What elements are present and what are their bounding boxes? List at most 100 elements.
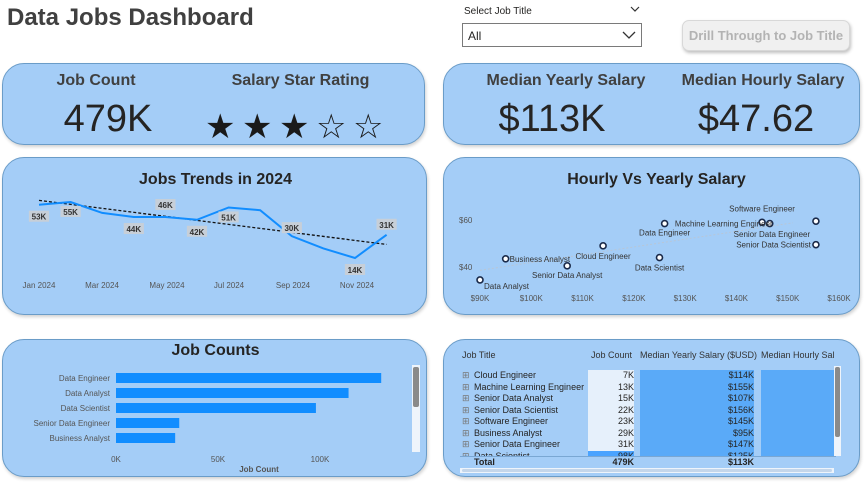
table-hscroll-thumb[interactable] [462,469,832,472]
total-label: Total [474,457,495,467]
x-tick-label: $160K [827,294,851,303]
x-tick-label: Mar 2024 [85,281,119,290]
scatter-point[interactable] [501,254,510,263]
data-label: 44K [126,225,141,234]
bar-scrollbar-thumb[interactable] [413,367,419,407]
expand-icon[interactable]: ⊞ [462,382,470,394]
bar[interactable] [116,418,180,428]
table-row[interactable]: ⊞ Business Analyst 29K $95K [460,427,836,440]
x-tick-label: $120K [622,294,646,303]
table-vertical-scrollbar[interactable] [834,366,841,456]
x-tick-label: $150K [776,294,800,303]
table-header-hourly[interactable]: Median Hourly Sal [761,350,836,364]
total-yearly: $113K [727,457,754,467]
cell-job-count: 15K [588,393,634,405]
scatter-point-label: Machine Learning Engineer [675,220,773,229]
trend-line [38,199,387,246]
table-header-title[interactable]: Job Title [462,350,496,364]
table-header-count[interactable]: Job Count [591,350,632,364]
y-tick-label: $40 [459,263,473,272]
salary-star-label: Salary Star Rating [231,72,370,89]
x-tick-label: Jan 2024 [23,281,56,290]
cell-median-yearly: $145K [640,416,754,428]
scatter-point[interactable] [563,262,571,270]
bar-category-label: Business Analyst [50,434,111,443]
job-count-label: Job Count [56,72,136,89]
page-title: Data Jobs Dashboard [7,4,254,31]
hourly-yearly-scatter[interactable]: $60 $40 $90K $100K $110K $120K $130K $140K $150K… [443,157,860,315]
cell-median-yearly: $156K [640,404,754,416]
chevron-down-icon[interactable] [630,4,640,14]
cell-job-title: Machine Learning Engineer [474,381,585,392]
jobs-trend-chart[interactable]: 53K 55K 44K 46K 42K 51K 30K 14K 31K Jan 2024 Mar 2… [2,157,427,315]
table-row[interactable]: ⊞ Machine Learning Engineer 13K $155K [460,381,836,394]
data-label: 31K [379,221,394,230]
bar[interactable] [116,388,349,398]
y-tick-label: $60 [459,216,473,225]
table-header-yearly[interactable]: Median Yearly Salary ($USD) [640,350,757,364]
x-tick-label: Nov 2024 [340,281,375,290]
scatter-point[interactable] [476,276,484,284]
star-icon-3: ★ [279,108,310,146]
job-counts-bar-chart[interactable]: Data Engineer Data Analyst Data Scientist S… [2,339,427,477]
scatter-point[interactable] [812,217,820,225]
scatter-point-label: Software Engineer [729,204,795,213]
x-tick-label: $140K [725,294,749,303]
scatter-point[interactable] [660,219,669,228]
cell-job-count: 29K [588,427,634,439]
jobs-series-line[interactable] [38,200,388,260]
cell-median-hourly [761,404,834,416]
data-label: 42K [190,228,205,237]
expand-icon[interactable]: ⊞ [462,439,470,451]
table-row[interactable]: ⊞ Senior Data Analyst 15K $107K [460,393,836,405]
total-count: 479K [612,457,634,467]
bar-category-label: Data Engineer [59,374,110,383]
job-count-value: 479K [63,98,153,140]
drill-through-button[interactable]: Drill Through to Job Title [682,20,850,51]
median-hourly-label: Median Hourly Salary [681,72,845,89]
table-total-row: Total 479K $113K [460,456,836,468]
x-tick-label: $100K [520,294,544,303]
data-label: 51K [221,213,236,222]
median-yearly-value: $113K [498,98,606,140]
expand-icon[interactable]: ⊞ [462,370,470,382]
expand-icon[interactable]: ⊞ [462,416,470,428]
cell-median-hourly [761,439,834,451]
cell-job-title: Software Engineer [474,416,549,426]
table-horizontal-scrollbar[interactable] [460,468,834,473]
cell-median-hourly [761,381,834,393]
scatter-point[interactable] [812,240,820,249]
table-row[interactable]: ⊞ Cloud Engineer 7K $114K [460,370,836,382]
cell-median-yearly: $114K [640,370,754,382]
scatter-point[interactable] [655,253,664,262]
table-row[interactable]: ⊞ Senior Data Scientist 22K $156K [460,404,836,417]
cell-median-yearly: $147K [640,439,754,451]
expand-icon[interactable]: ⊞ [462,428,470,440]
median-yearly-label: Median Yearly Salary [486,72,646,89]
bar[interactable] [116,433,176,443]
bar-category-label: Senior Data Engineer [34,419,111,428]
data-label: 53K [32,213,47,222]
bar-scrollbar[interactable] [412,365,420,452]
bar[interactable] [116,373,382,383]
x-tick-label: Jul 2024 [214,281,245,290]
table-scrollbar-thumb[interactable] [835,367,840,437]
expand-icon[interactable]: ⊞ [462,405,470,417]
bar-category-label: Data Scientist [61,404,111,413]
job-title-dropdown[interactable]: All [462,23,642,47]
cell-median-hourly [761,416,834,428]
cell-job-title: Senior Data Analyst [474,393,554,403]
table-row[interactable]: ⊞ Senior Data Engineer 31K $147K [460,439,836,451]
scatter-point[interactable] [599,242,607,250]
slicer-label: Select Job Title [464,6,532,17]
expand-icon[interactable]: ⊞ [462,393,470,405]
cell-job-count: 13K [588,381,634,393]
chevron-down-icon [622,31,636,39]
cell-median-yearly: $155K [640,381,754,393]
table-row[interactable]: ⊞ Software Engineer 23K $145K [460,416,836,428]
bar[interactable] [116,403,316,413]
x-tick-label: $110K [571,294,594,303]
cell-job-title: Senior Data Engineer [474,439,561,449]
cell-median-hourly [761,370,834,382]
scatter-point-label: Senior Data Engineer [734,230,811,239]
